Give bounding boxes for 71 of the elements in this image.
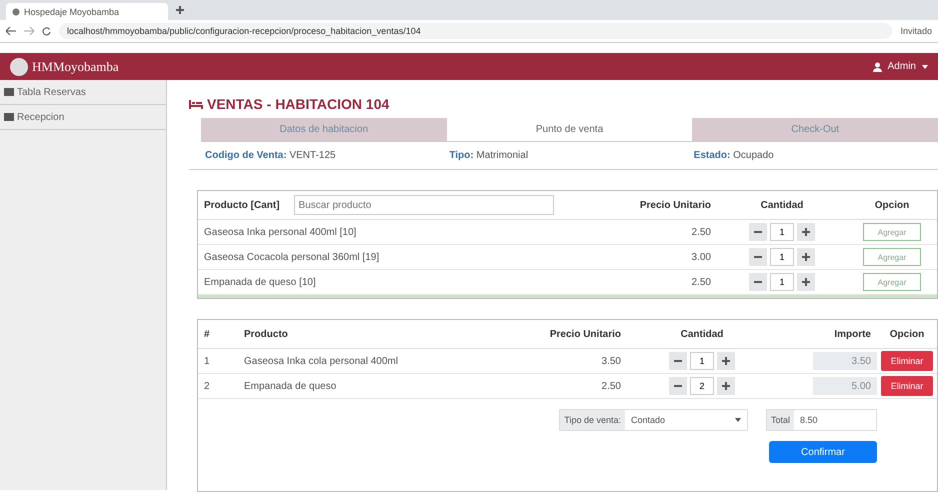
info-field: Estado: Ocupado bbox=[694, 150, 774, 161]
info-field: Tipo: Matrimonial bbox=[449, 150, 528, 161]
user-menu[interactable]: Admin bbox=[888, 61, 916, 72]
plus-icon bbox=[802, 228, 810, 236]
quantity-field[interactable]: 1 bbox=[770, 273, 794, 291]
minus-button[interactable] bbox=[749, 248, 767, 266]
plus-button[interactable] bbox=[717, 352, 735, 370]
column-header: Cantidad bbox=[760, 200, 804, 210]
page-title: VENTAS - HABITACION 104 bbox=[207, 96, 390, 112]
plus-icon bbox=[722, 382, 730, 390]
amount-field: 5.00 bbox=[813, 377, 877, 395]
plus-icon[interactable] bbox=[176, 6, 184, 14]
quantity-field[interactable]: 1 bbox=[770, 223, 794, 241]
info-field: Codigo de Venta: VENT-125 bbox=[205, 150, 336, 161]
column-header: Opcion bbox=[874, 200, 910, 210]
table-cell-text: 2 bbox=[203, 380, 211, 392]
plus-icon bbox=[802, 253, 810, 261]
minus-icon bbox=[674, 360, 682, 362]
confirm-button[interactable]: Confirmar bbox=[769, 441, 877, 463]
table-cell-text: Gaseosa Inka cola personal 400ml bbox=[243, 356, 399, 366]
sidebar-item[interactable]: Tabla Reservas bbox=[0, 80, 166, 105]
delete-button[interactable]: Eliminar bbox=[881, 351, 933, 371]
minus-button[interactable] bbox=[749, 273, 767, 291]
table-cell-text: Gaseosa Cocacola personal 360ml [19] bbox=[203, 252, 380, 262]
plus-icon bbox=[722, 357, 730, 365]
plus-button[interactable] bbox=[717, 377, 735, 395]
logo-icon bbox=[10, 58, 28, 76]
table-cell-text: 2.50 bbox=[690, 226, 712, 238]
table-cell-text: Empanada de queso bbox=[243, 380, 338, 392]
plus-button[interactable] bbox=[797, 223, 815, 241]
column-header: Opcion bbox=[888, 328, 926, 340]
back-arrow-icon[interactable] bbox=[6, 27, 16, 35]
address-bar[interactable]: localhost/hmmoyobamba/public/configuracion-recepcion/proceso_habitacion_ventas/104 bbox=[59, 23, 892, 39]
profile-label[interactable]: Invitado bbox=[900, 26, 932, 36]
minus-icon bbox=[754, 231, 762, 233]
amount-field: 3.50 bbox=[813, 352, 877, 370]
minus-button[interactable] bbox=[749, 223, 767, 241]
plus-button[interactable] bbox=[797, 273, 815, 291]
bed-icon bbox=[189, 100, 203, 108]
plus-icon bbox=[802, 278, 810, 286]
browser-tab[interactable]: Hospedaje Moyobamba bbox=[6, 3, 168, 20]
user-icon bbox=[872, 62, 882, 72]
reload-icon[interactable] bbox=[42, 26, 51, 36]
table-cell-text: 3.00 bbox=[690, 252, 712, 262]
column-header: Producto [Cant] bbox=[204, 200, 280, 210]
brand-name[interactable]: HMMoyobamba bbox=[32, 58, 119, 74]
minus-icon bbox=[754, 281, 762, 283]
minus-icon bbox=[674, 385, 682, 387]
minus-icon bbox=[754, 256, 762, 258]
plus-button[interactable] bbox=[797, 248, 815, 266]
quantity-field[interactable]: 1 bbox=[770, 248, 794, 266]
table-cell-text: 2.50 bbox=[600, 380, 622, 392]
table-cell-text: 3.50 bbox=[600, 356, 622, 366]
search-field[interactable]: Buscar producto bbox=[294, 195, 554, 215]
minus-button[interactable] bbox=[669, 352, 687, 370]
column-header: Producto bbox=[243, 328, 289, 340]
sidebar-item[interactable]: Recepcion bbox=[0, 105, 166, 130]
delete-button[interactable]: Eliminar bbox=[881, 376, 933, 396]
caret-icon[interactable] bbox=[922, 64, 928, 68]
table-cell-text: 2.50 bbox=[690, 276, 712, 288]
column-header: Precio Unitario bbox=[638, 200, 712, 210]
column-header: Importe bbox=[833, 328, 872, 340]
minus-button[interactable] bbox=[669, 377, 687, 395]
table-cell-text: Gaseosa Inka personal 400ml [10] bbox=[203, 226, 358, 238]
column-header: # bbox=[203, 328, 211, 340]
table-cell-text: 1 bbox=[203, 356, 211, 366]
quantity-field[interactable]: 1 bbox=[690, 352, 714, 370]
table-cell-text: Empanada de queso [10] bbox=[203, 276, 317, 288]
column-header: Cantidad bbox=[680, 328, 724, 340]
quantity-field[interactable]: 2 bbox=[690, 377, 714, 395]
column-header: Precio Unitario bbox=[548, 328, 622, 340]
